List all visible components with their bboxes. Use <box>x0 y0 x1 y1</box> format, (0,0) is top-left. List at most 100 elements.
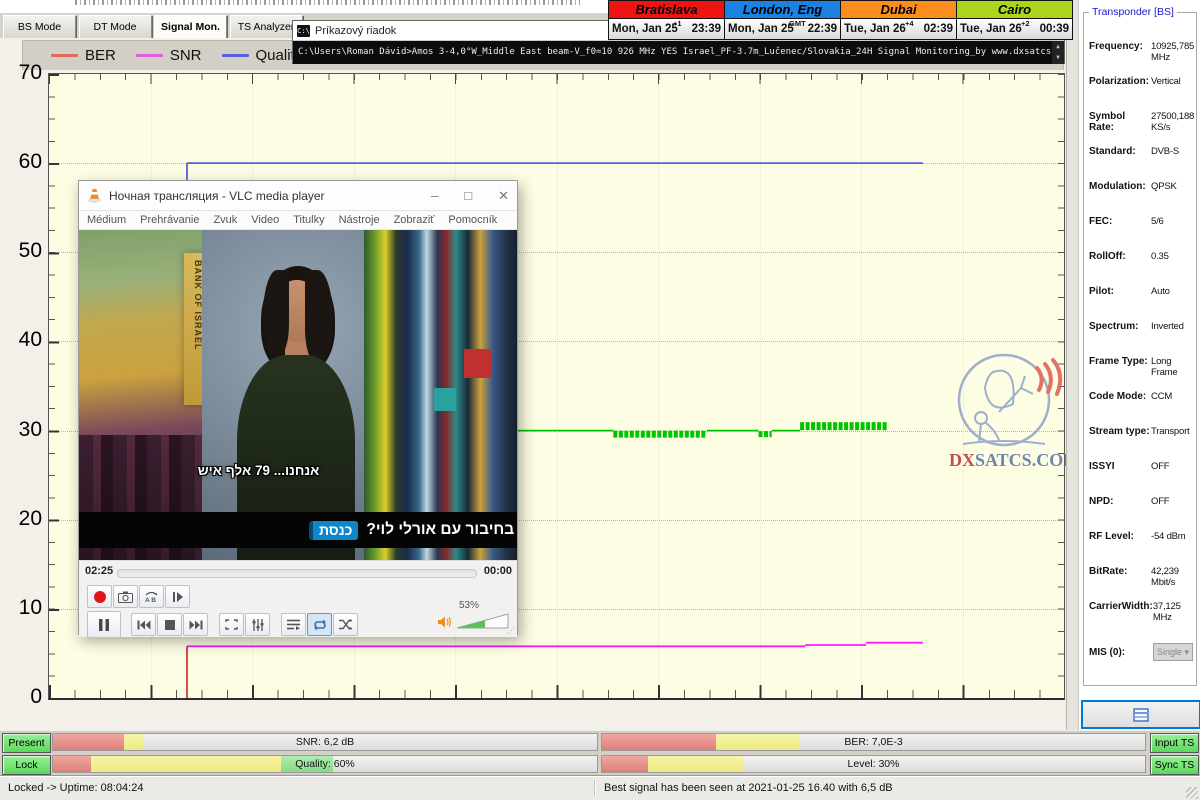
tp-label: FEC: <box>1089 216 1151 227</box>
vlc-titlebar[interactable]: Ночная трансляция - VLC media player – □… <box>79 181 517 211</box>
legend-item-quality: Quality <box>222 47 303 64</box>
window-list-icon <box>1133 708 1149 722</box>
snapshot-button[interactable] <box>113 585 138 608</box>
tp-label: Modulation: <box>1089 181 1151 192</box>
menu-pomocn-k[interactable]: Pomocník <box>448 214 497 226</box>
input-ts-indicator[interactable]: Input TS <box>1150 733 1199 753</box>
ab-loop-button[interactable]: A B <box>139 585 164 608</box>
tp-row-stream-type-: Stream type:Transport <box>1089 426 1193 437</box>
speaker-icon[interactable] <box>437 615 452 629</box>
legend-item-snr: SNR <box>136 47 202 64</box>
transponder-groupbox: Transponder [BS] Frequency:10925,785 MHz… <box>1083 12 1197 686</box>
clock-timezone: +4 <box>905 19 914 28</box>
screen-block-red <box>464 349 490 379</box>
tp-row-npd-: NPD:OFF <box>1089 496 1193 507</box>
time-total: 00:00 <box>484 565 512 577</box>
pause-button[interactable] <box>87 611 121 638</box>
mis-dropdown[interactable]: Single▾ <box>1153 643 1193 661</box>
terminal-scrollbar[interactable]: ▲▼ <box>1052 41 1064 64</box>
menu-n-stroje[interactable]: Nástroje <box>339 214 380 226</box>
tp-value: DVB-S <box>1151 146 1179 157</box>
tab-bs-mode[interactable]: BS Mode <box>3 15 76 39</box>
tab-dt-mode[interactable]: DT Mode <box>79 15 152 39</box>
tp-row-frame-type-: Frame Type:Long Frame <box>1089 356 1193 378</box>
fullscreen-button[interactable] <box>219 613 244 636</box>
loop-button[interactable] <box>307 613 332 636</box>
ber-meter-text: BER: 7,0E-3 <box>602 734 1145 750</box>
tp-value: 42,239 Mbit/s <box>1151 566 1193 588</box>
clock-city: Dubai <box>841 1 956 19</box>
presenter-hair-left <box>263 270 289 356</box>
tp-label: ISSYI <box>1089 461 1151 472</box>
tp-row-rolloff-: RollOff:0.35 <box>1089 251 1193 262</box>
playlist-button[interactable] <box>281 613 306 636</box>
y-axis-label: 0 <box>2 685 42 709</box>
clock-timezone: +2 <box>1021 19 1030 28</box>
present-indicator[interactable]: Present <box>2 733 51 753</box>
menu-zobrazi-[interactable]: Zobraziť <box>394 214 435 226</box>
menu-titulky[interactable]: Titulky <box>293 214 324 226</box>
tp-label: Frame Type: <box>1089 356 1151 367</box>
record-button[interactable] <box>87 585 112 608</box>
stop-button[interactable] <box>157 613 182 636</box>
level-meter-text: Level: 30% <box>602 756 1145 772</box>
menu-m-dium[interactable]: Médium <box>87 214 126 226</box>
volume-percent: 53% <box>459 600 479 611</box>
vlc-window[interactable]: Ночная трансляция - VLC media player – □… <box>78 180 518 635</box>
cmd-icon: C:\ <box>297 25 310 37</box>
tp-value: QPSK <box>1151 181 1177 192</box>
vlc-menubar: Médium Prehrávanie Zvuk Video Titulky Nástroj… <box>79 211 517 230</box>
close-icon[interactable]: ✕ <box>498 188 509 204</box>
tp-row-modulation-: Modulation:QPSK <box>1089 181 1193 192</box>
next-button[interactable] <box>183 613 208 636</box>
tp-label: RF Level: <box>1089 531 1151 542</box>
tp-row-issyi: ISSYIOFF <box>1089 461 1193 472</box>
clock-time: 22:39 <box>808 23 837 35</box>
ticker-text: מה השתבש בחיבור עם אורלי לוי? <box>366 521 517 539</box>
maximize-icon[interactable]: □ <box>464 188 472 204</box>
clock-time: 02:39 <box>924 23 953 35</box>
clock-date: Mon, Jan 25 <box>728 23 794 35</box>
vlc-controls: 02:25 00:00 A B <box>79 560 517 637</box>
terminal-title: Príkazový riadok <box>315 25 396 37</box>
resize-grip[interactable] <box>1186 787 1198 799</box>
clock-time: 00:39 <box>1040 23 1069 35</box>
clock-cairo: CairoTue, Jan 26+200:39 <box>956 0 1073 40</box>
seek-slider[interactable] <box>117 569 477 578</box>
knesset-logo: כנסת <box>309 521 358 540</box>
mis-value: Single <box>1157 647 1182 657</box>
tp-row-standard-: Standard:DVB-S <box>1089 146 1193 157</box>
quality-meter-text: Quality: 60% <box>53 756 597 772</box>
equalizer-button[interactable] <box>245 613 270 636</box>
clock-london-eng: London, EngMon, Jan 25GMT22:39 <box>724 0 841 40</box>
menu-prehr-vanie[interactable]: Prehrávanie <box>140 214 199 226</box>
minimize-icon[interactable]: – <box>431 188 438 204</box>
menu-zvuk[interactable]: Zvuk <box>213 214 237 226</box>
previous-button[interactable] <box>131 613 156 636</box>
frame-step-button[interactable] <box>165 585 190 608</box>
clipped-text <box>75 0 580 5</box>
transponder-title: Transponder [BS] <box>1089 6 1177 18</box>
legend-label: SNR <box>170 47 202 64</box>
tp-label: CarrierWidth: <box>1089 601 1153 612</box>
tp-row-fec-: FEC:5/6 <box>1089 216 1193 227</box>
tp-value: Long Frame <box>1151 356 1193 378</box>
panel-action-button[interactable] <box>1081 700 1200 729</box>
volume-slider[interactable] <box>457 613 509 629</box>
tp-label: NPD: <box>1089 496 1151 507</box>
clock-date: Tue, Jan 26 <box>960 23 1022 35</box>
level-meter: Level: 30% <box>601 755 1146 773</box>
menu-video[interactable]: Video <box>251 214 279 226</box>
tp-label: RollOff: <box>1089 251 1151 262</box>
sync-ts-indicator[interactable]: Sync TS <box>1150 755 1199 775</box>
lock-indicator[interactable]: Lock <box>2 755 51 775</box>
status-separator <box>594 780 596 797</box>
tp-label: Spectrum: <box>1089 321 1151 332</box>
shuffle-button[interactable] <box>333 613 358 636</box>
y-axis-label: 40 <box>2 328 42 352</box>
tp-label: Stream type: <box>1089 426 1151 437</box>
tp-value: 0.35 <box>1151 251 1169 262</box>
tab-signal-mon-[interactable]: Signal Mon. <box>154 15 227 39</box>
mis-label: MIS (0): <box>1089 647 1151 658</box>
vlc-resize-grip[interactable]: ⋰ <box>507 626 515 635</box>
